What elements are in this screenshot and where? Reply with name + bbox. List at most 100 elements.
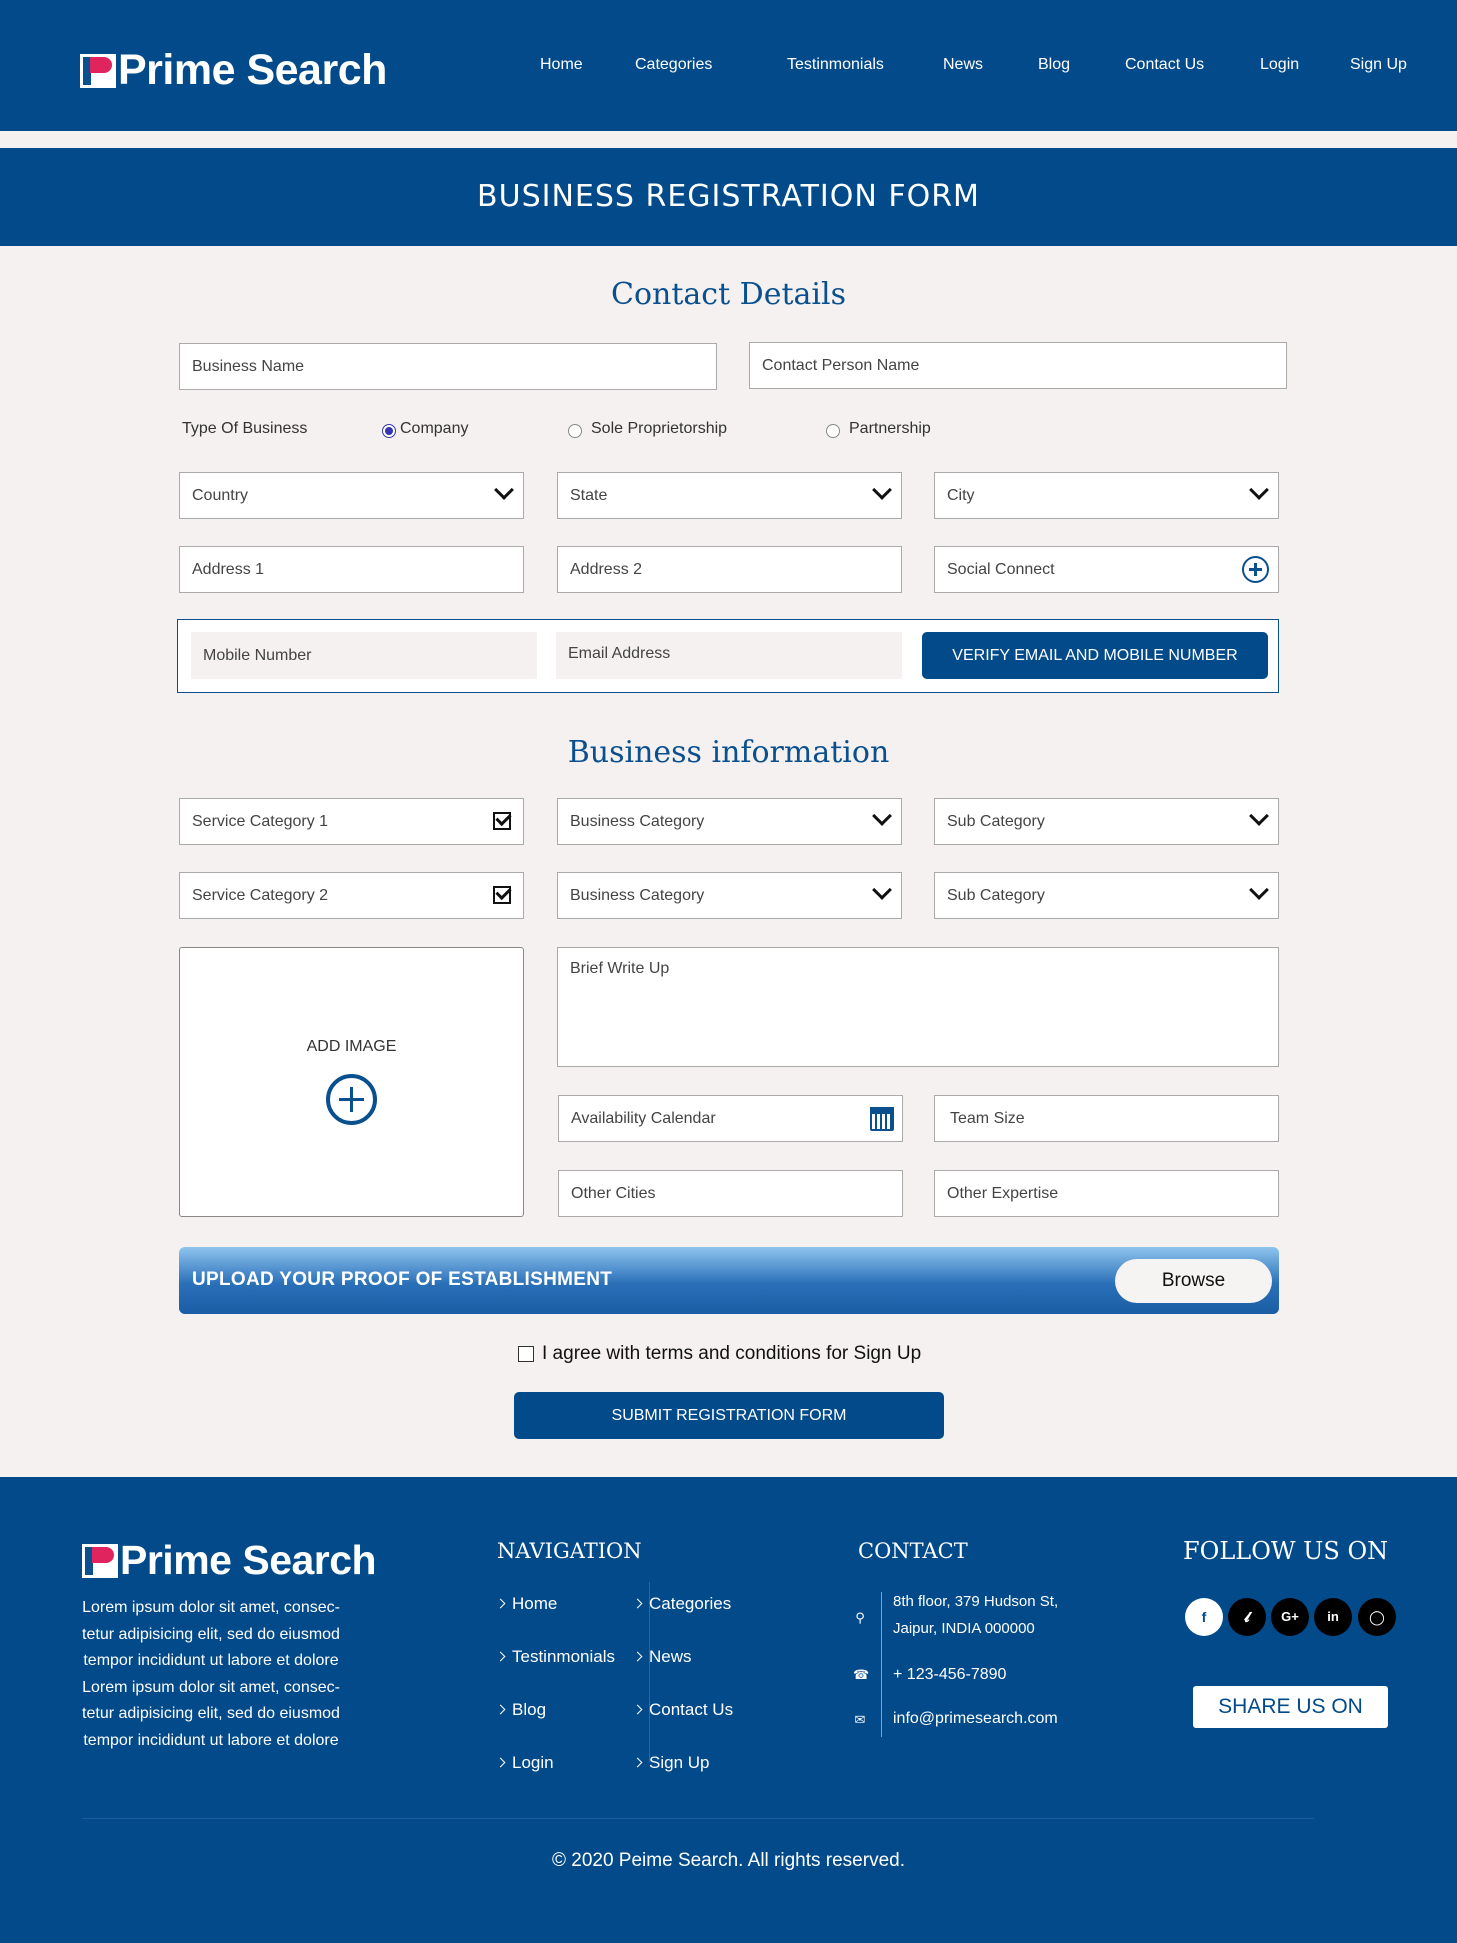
email-address-field[interactable]: Email Address [556,632,902,679]
sub-category-1-select[interactable]: Sub Category [934,798,1279,845]
footer-nav-home[interactable]: Home [497,1594,557,1614]
contact-details-heading: Contact Details [610,277,846,312]
follow-us-heading: FOLLOW US ON [1183,1537,1389,1565]
country-select[interactable]: Country [179,472,524,519]
contact-person-field[interactable]: Contact Person Name [749,342,1287,389]
nav-sign-up[interactable]: Sign Up [1350,56,1407,74]
footer-nav-contact-us[interactable]: Contact Us [634,1700,733,1720]
footer-logo[interactable]: Prime Search [82,1537,377,1584]
mobile-number-placeholder: Mobile Number [203,647,312,664]
other-expertise-field[interactable]: Other Expertise [934,1170,1279,1217]
radio-company[interactable] [382,424,396,438]
sub-category-2-value: Sub Category [947,887,1045,904]
contact-email[interactable]: info@primesearch.com [893,1705,1058,1732]
team-size-placeholder: Team Size [950,1110,1025,1127]
chevron-down-icon [1249,480,1269,500]
footer-brand-name: Prime Search [120,1537,377,1583]
service-category-2-field[interactable]: Service Category 2 [179,872,524,919]
address2-field[interactable]: Address 2 [557,546,902,593]
facebook-icon[interactable]: f [1185,1598,1223,1636]
mail-icon: ✉ [854,1712,866,1727]
chevron-down-icon [494,480,514,500]
availability-calendar-placeholder: Availability Calendar [571,1110,716,1127]
brand-name: Prime Search [118,46,387,94]
state-value: State [570,487,608,504]
share-us-button[interactable]: SHARE US ON [1193,1686,1388,1728]
availability-calendar-field[interactable]: Availability Calendar [558,1095,903,1142]
verify-button[interactable]: VERIFY EMAIL AND MOBILE NUMBER [922,632,1268,679]
twitter-icon[interactable]: 𝓵 [1228,1598,1266,1636]
team-size-field[interactable]: Team Size [934,1095,1279,1142]
terms-agreement: I agree with terms and conditions for Si… [518,1343,921,1365]
contact-phone[interactable]: + 123-456-7890 [893,1661,1006,1688]
footer-nav-categories[interactable]: Categories [634,1594,731,1614]
brief-write-up-textarea[interactable]: Brief Write Up [557,947,1279,1067]
checkbox-checked-icon[interactable] [493,812,511,830]
business-name-field[interactable]: Business Name [179,343,717,390]
calendar-icon[interactable] [870,1107,894,1131]
add-image-box[interactable]: ADD IMAGE [179,947,524,1217]
nav-categories[interactable]: Categories [635,56,712,74]
instagram-icon[interactable]: ◯ [1358,1598,1396,1636]
radio-partnership-label[interactable]: Partnership [849,420,931,438]
site-footer: Prime Search Lorem ipsum dolor sit amet,… [0,1477,1457,1943]
service-category-1-value: Service Category 1 [192,813,329,830]
other-expertise-placeholder: Other Expertise [947,1185,1059,1202]
about-line: Lorem ipsum dolor sit amet, consec- [82,1599,340,1616]
nav-news[interactable]: News [943,56,983,74]
nav-login[interactable]: Login [1260,56,1299,74]
social-connect-field[interactable]: Social Connect [934,546,1279,593]
service-category-2-value: Service Category 2 [192,887,329,904]
footer-nav-heading: NAVIGATION [497,1539,642,1563]
terms-checkbox[interactable] [518,1346,534,1362]
footer-nav-blog[interactable]: Blog [497,1700,546,1720]
linkedin-icon[interactable]: in [1314,1598,1352,1636]
address1-placeholder: Address 1 [192,561,265,578]
nav-home[interactable]: Home [540,56,583,74]
footer-about: Lorem ipsum dolor sit amet, consec- tetu… [80,1595,342,1754]
contact-divider [881,1592,882,1737]
upload-proof-label: UPLOAD YOUR PROOF OF ESTABLISHMENT [192,1269,613,1290]
footer-nav-news[interactable]: News [634,1647,692,1667]
business-information-heading: Business information [567,735,890,770]
radio-partnership[interactable] [826,424,840,438]
google-plus-icon[interactable]: G+ [1271,1598,1309,1636]
about-line: tempor incididunt ut labore et dolore [83,1731,339,1749]
social-connect-placeholder: Social Connect [947,561,1055,578]
about-line: tetur adipisicing elit, sed do eiusmod [82,1625,340,1643]
site-logo[interactable]: Prime Search [80,46,387,95]
country-value: Country [192,487,249,504]
radio-sole-proprietorship[interactable] [568,424,582,438]
terms-label[interactable]: I agree with terms and conditions for Si… [542,1343,921,1365]
logo-mark-icon [82,1543,118,1578]
footer-nav-login[interactable]: Login [497,1753,554,1773]
mobile-number-field[interactable]: Mobile Number [191,632,537,679]
footer-nav-testimonials[interactable]: Testinmonials [497,1647,615,1667]
chevron-down-icon [872,806,892,826]
radio-sole-proprietorship-label[interactable]: Sole Proprietorship [591,420,727,438]
city-select[interactable]: City [934,472,1279,519]
about-line: Lorem ipsum dolor sit amet, consec- [82,1678,340,1696]
submit-button[interactable]: SUBMIT REGISTRATION FORM [514,1392,944,1439]
footer-divider [82,1818,1314,1819]
verification-group: Mobile Number Email Address VERIFY EMAIL… [177,619,1279,693]
browse-button[interactable]: Browse [1115,1259,1272,1303]
add-image-icon[interactable] [326,1074,377,1125]
nav-blog[interactable]: Blog [1038,56,1070,74]
phone-icon: ☎ [853,1667,870,1682]
address1-field[interactable]: Address 1 [179,546,524,593]
footer-nav-sign-up[interactable]: Sign Up [634,1753,709,1773]
nav-contact-us[interactable]: Contact Us [1125,56,1204,74]
service-category-1-field[interactable]: Service Category 1 [179,798,524,845]
header-divider [0,131,1457,148]
add-social-icon[interactable] [1242,556,1269,583]
state-select[interactable]: State [557,472,902,519]
nav-testimonials[interactable]: Testinmonials [787,56,884,74]
business-category-2-select[interactable]: Business Category [557,872,902,919]
radio-company-label[interactable]: Company [400,420,468,438]
checkbox-checked-icon[interactable] [493,886,511,904]
other-cities-field[interactable]: Other Cities [558,1170,903,1217]
about-line: tetur adipisicing elit, sed do eiusmod [82,1705,340,1722]
sub-category-2-select[interactable]: Sub Category [934,872,1279,919]
business-category-1-select[interactable]: Business Category [557,798,902,845]
